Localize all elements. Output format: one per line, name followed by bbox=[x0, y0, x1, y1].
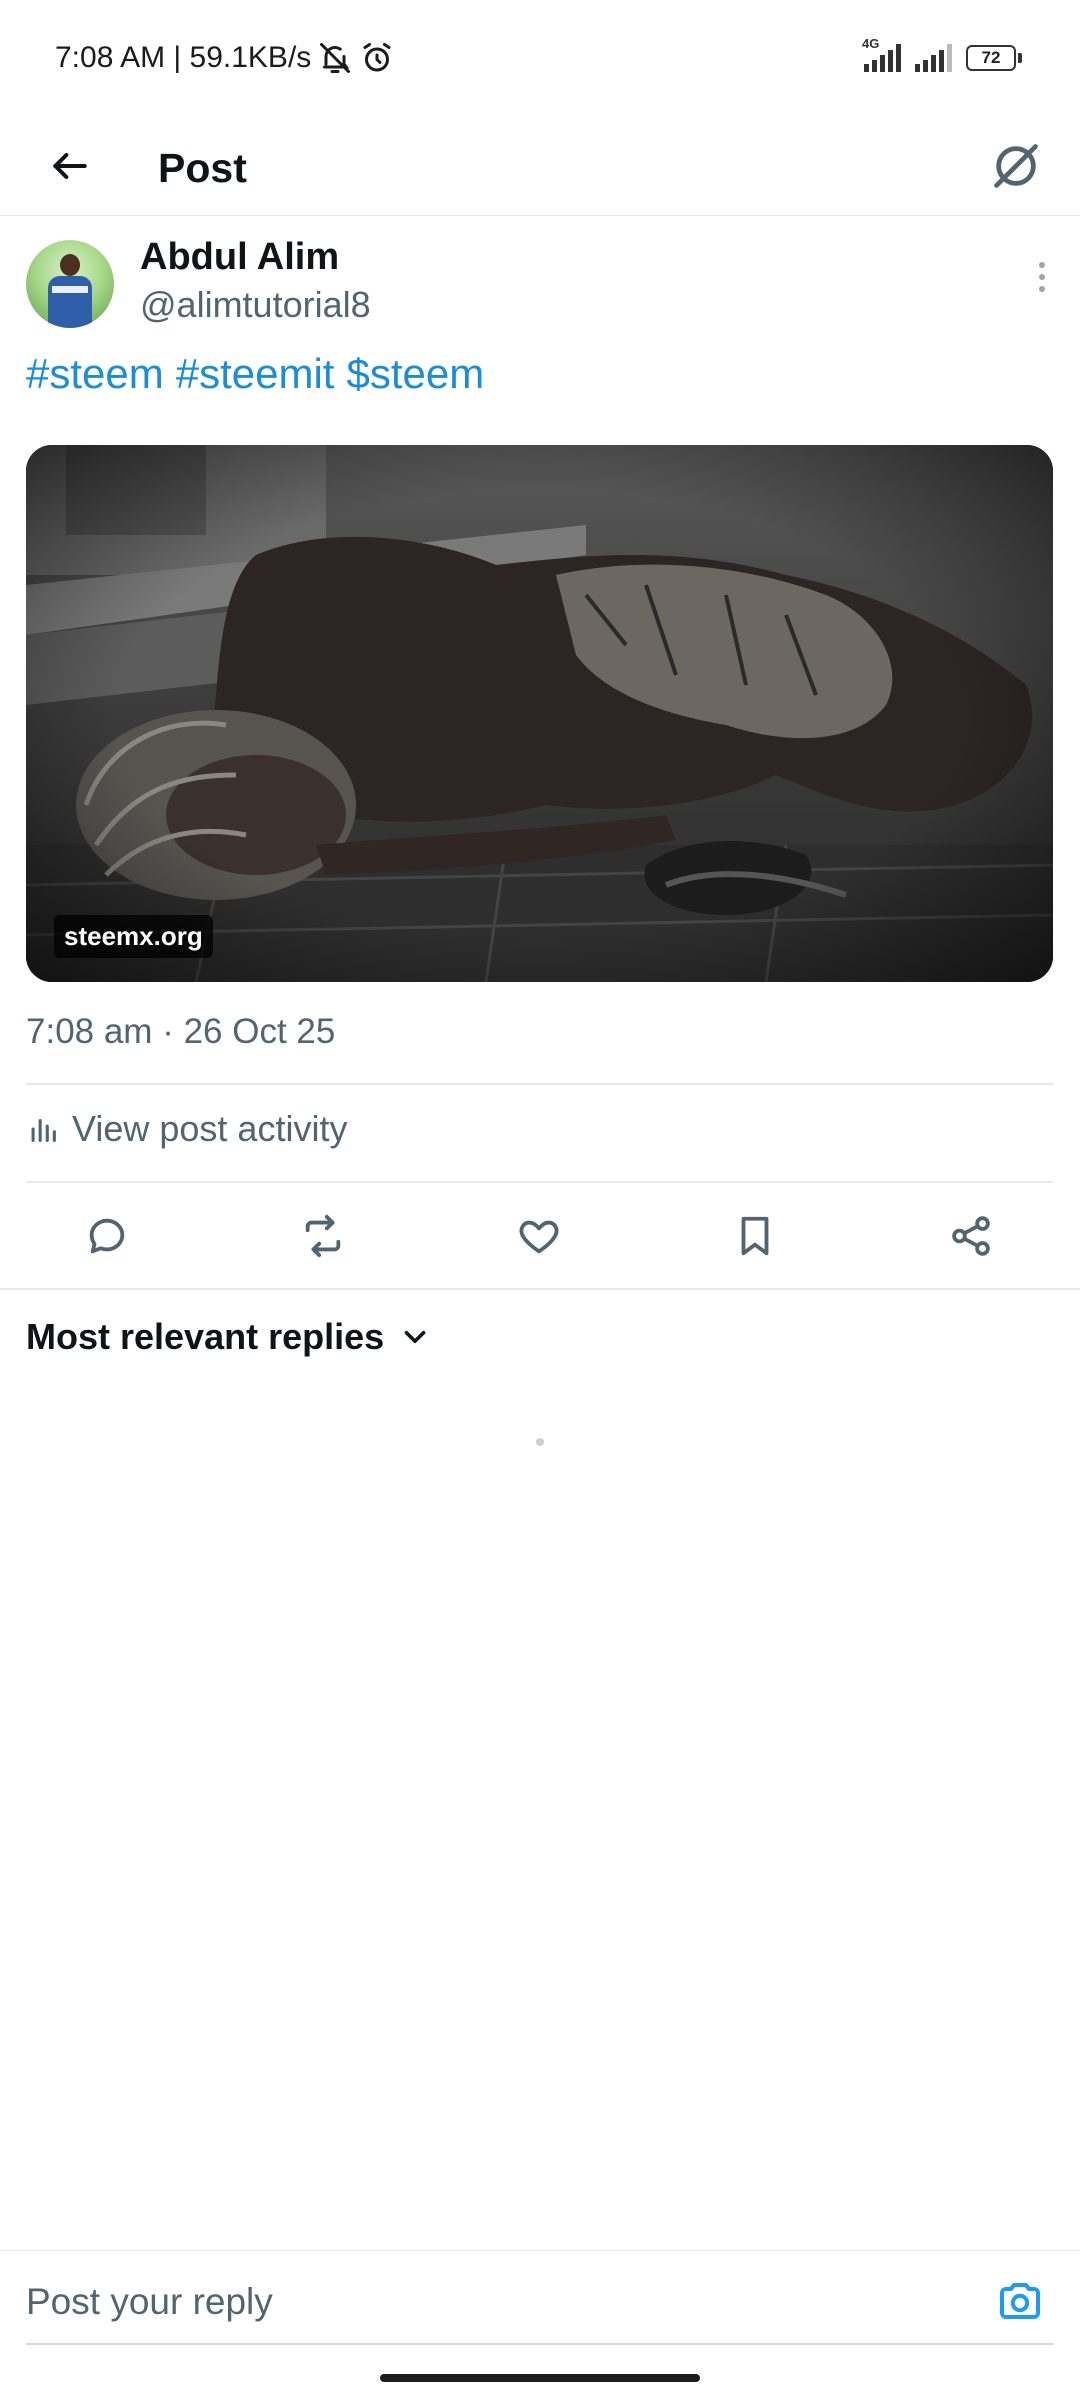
share-button[interactable] bbox=[935, 1200, 1007, 1272]
bookmark-icon bbox=[741, 1216, 769, 1256]
replies-sort-label: Most relevant replies bbox=[26, 1316, 385, 1357]
activity-label: View post activity bbox=[72, 1108, 348, 1149]
hashtag-link[interactable]: #steem bbox=[26, 350, 164, 398]
battery-level: 72 bbox=[966, 45, 1016, 71]
share-icon bbox=[952, 1216, 990, 1256]
media-watermark: steemx.org bbox=[54, 915, 213, 958]
arrow-left-icon bbox=[53, 152, 87, 180]
post-action-bar bbox=[0, 1182, 1080, 1288]
divider bbox=[26, 1083, 1053, 1085]
grok-button[interactable] bbox=[980, 130, 1052, 202]
author-avatar[interactable] bbox=[26, 240, 114, 328]
bookmark-button[interactable] bbox=[719, 1200, 791, 1272]
cashtag-link[interactable]: $steem bbox=[346, 350, 484, 398]
top-app-bar: Post bbox=[0, 120, 1080, 216]
analytics-icon bbox=[31, 1118, 56, 1142]
post-image-graphic bbox=[26, 445, 1053, 982]
repost-icon bbox=[305, 1214, 341, 1258]
status-bar: 7:08 AM | 59.1KB/s 4G 72 bbox=[0, 0, 1080, 120]
status-time-speed: 7:08 AM | 59.1KB/s bbox=[55, 41, 312, 74]
divider bbox=[0, 1288, 1080, 1290]
hashtag-link[interactable]: #steemit bbox=[176, 350, 335, 398]
view-post-activity-link[interactable]: View post activity bbox=[26, 1108, 347, 1150]
like-icon bbox=[519, 1220, 559, 1254]
like-button[interactable] bbox=[503, 1200, 575, 1272]
bell-off-icon bbox=[320, 43, 351, 73]
network-type: 4G bbox=[862, 36, 880, 51]
reply-button[interactable] bbox=[71, 1200, 143, 1272]
repost-button[interactable] bbox=[287, 1200, 359, 1272]
reply-input[interactable] bbox=[26, 2273, 966, 2331]
signal-4g-icon: 4G bbox=[862, 36, 901, 72]
status-left: 7:08 AM | 59.1KB/s bbox=[55, 40, 395, 76]
post-image[interactable]: steemx.org bbox=[26, 445, 1053, 982]
chevron-down-icon bbox=[404, 1330, 426, 1344]
more-options-button[interactable] bbox=[1022, 252, 1062, 302]
author-name[interactable]: Abdul Alim bbox=[140, 236, 339, 279]
signal-icon bbox=[915, 44, 952, 72]
post-text: #steem #steemit $steem bbox=[26, 350, 484, 398]
grok-icon bbox=[994, 144, 1038, 188]
add-photo-button[interactable] bbox=[990, 2271, 1050, 2331]
post-timestamp[interactable]: 7:08 am · 26 Oct 25 bbox=[26, 1012, 335, 1052]
alarm-icon bbox=[363, 43, 391, 72]
home-indicator[interactable] bbox=[380, 2374, 700, 2382]
loading-indicator bbox=[536, 1438, 544, 1446]
reply-icon bbox=[89, 1218, 125, 1254]
replies-sort-dropdown[interactable]: Most relevant replies bbox=[26, 1316, 432, 1358]
back-button[interactable] bbox=[38, 134, 102, 198]
author-handle[interactable]: @alimtutorial8 bbox=[140, 284, 371, 326]
camera-icon bbox=[1000, 2283, 1040, 2319]
status-right: 4G 72 bbox=[862, 36, 1022, 72]
battery-icon: 72 bbox=[966, 45, 1022, 71]
page-title: Post bbox=[158, 145, 247, 191]
reply-composer bbox=[0, 2250, 1080, 2350]
reply-input-underline bbox=[26, 2343, 1053, 2345]
